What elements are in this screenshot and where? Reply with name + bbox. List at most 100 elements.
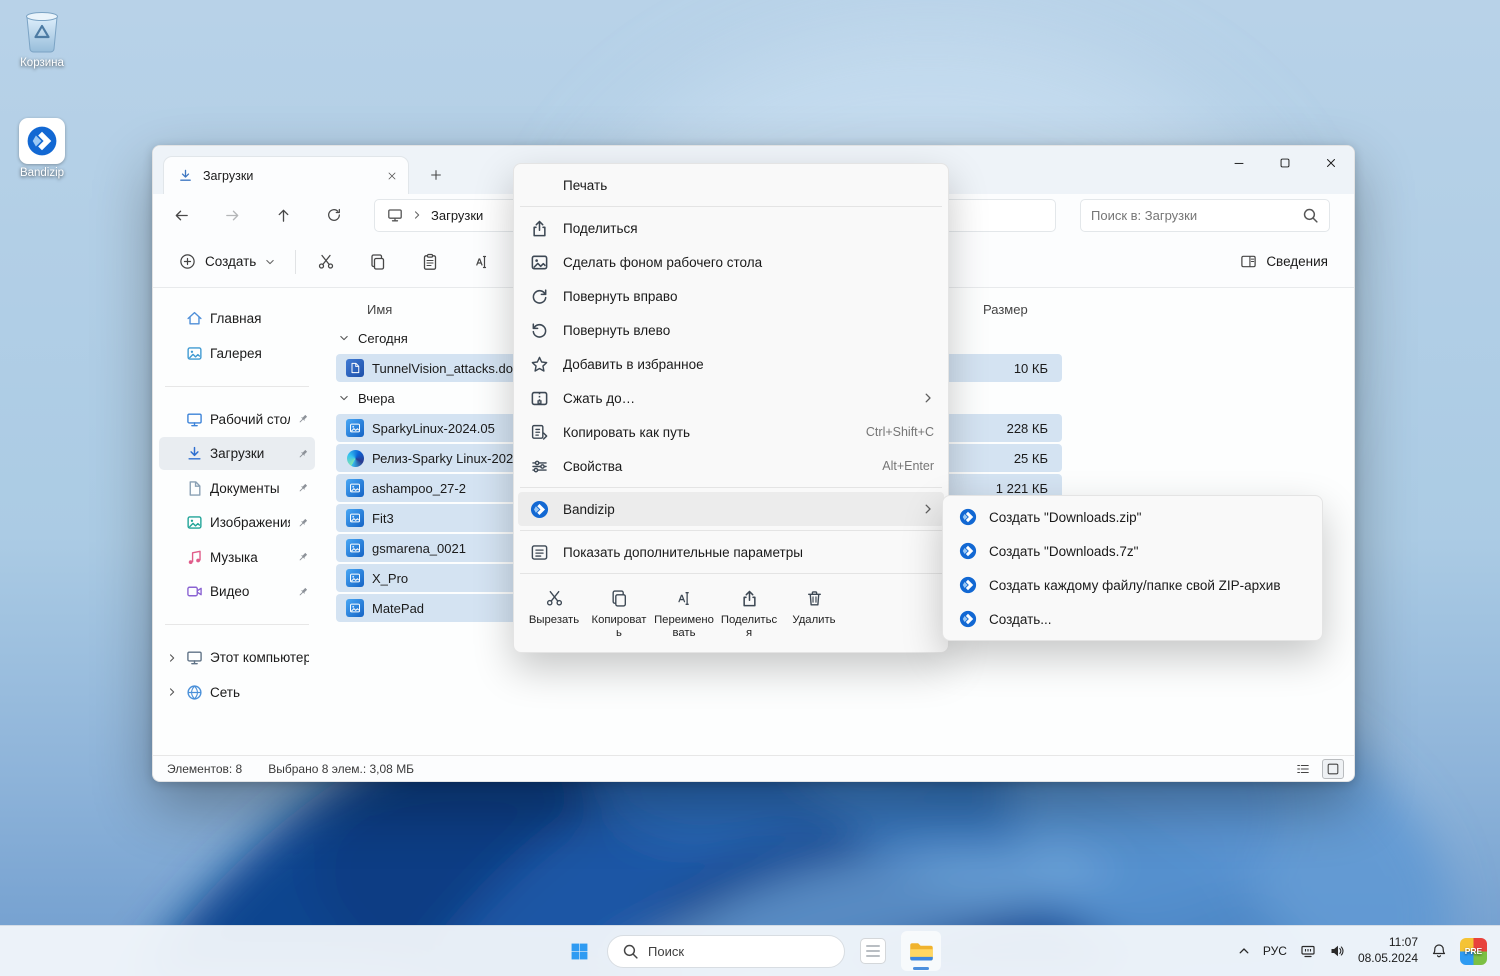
sidebar-item-pictures[interactable]: Изображения xyxy=(159,506,315,539)
menu-item-set-as-wallpaper[interactable]: Сделать фоном рабочего стола xyxy=(518,245,944,279)
cut-icon xyxy=(545,589,564,608)
rename-icon xyxy=(473,253,491,271)
bandizip-icon xyxy=(959,542,977,560)
language-indicator[interactable]: РУС xyxy=(1263,944,1287,958)
taskbar-search[interactable]: Поиск xyxy=(607,934,845,968)
network-icon[interactable] xyxy=(1300,943,1316,959)
search-icon xyxy=(1302,207,1319,224)
menu-item-compress-to[interactable]: Сжать до… xyxy=(518,381,944,415)
clock[interactable]: 11:07 08.05.2024 xyxy=(1358,935,1418,966)
forward-icon xyxy=(224,207,241,224)
rename-icon xyxy=(675,589,694,608)
new-tab-button[interactable] xyxy=(421,160,451,190)
tab-downloads[interactable]: Загрузки xyxy=(163,156,409,194)
paste-button[interactable] xyxy=(412,244,448,280)
quick-action-share[interactable]: Поделиться xyxy=(717,582,781,646)
large-icons-view-button[interactable] xyxy=(1322,758,1344,779)
breadcrumb[interactable]: Загрузки xyxy=(431,208,483,223)
quick-action-cut[interactable]: Вырезать xyxy=(522,582,586,646)
submenu-item-create-each-zip[interactable]: Создать каждому файлу/папке свой ZIP-арх… xyxy=(947,568,1318,602)
column-header-size[interactable]: Размер xyxy=(983,302,1028,317)
minimize-button[interactable] xyxy=(1216,146,1262,180)
menu-item-label: Показать дополнительные параметры xyxy=(563,544,803,560)
list-view-button[interactable] xyxy=(1292,759,1314,779)
create-new-button[interactable]: Создать xyxy=(171,247,283,276)
menu-item-properties[interactable]: Свойства Alt+Enter xyxy=(518,449,944,483)
column-header-name[interactable]: Имя xyxy=(367,302,392,317)
file-explorer-taskbar-button[interactable] xyxy=(901,931,941,971)
search-input[interactable]: Поиск в: Загрузки xyxy=(1080,198,1330,232)
close-button[interactable] xyxy=(1308,146,1354,180)
sidebar-item-documents[interactable]: Документы xyxy=(159,472,315,505)
menu-item-label: Сделать фоном рабочего стола xyxy=(563,254,763,270)
desktop-icon-label: Корзина xyxy=(20,57,64,69)
notifications-bell-icon[interactable] xyxy=(1431,943,1447,959)
menu-item-print[interactable]: Печать xyxy=(518,168,944,202)
menu-separator xyxy=(520,487,942,488)
navigation-pane: Главная Галерея Рабочий стол Загрузки До… xyxy=(153,288,321,755)
pin-icon xyxy=(297,586,309,598)
sidebar-item-label: Загрузки xyxy=(210,446,265,461)
menu-item-rotate-right[interactable]: Повернуть вправо xyxy=(518,279,944,313)
refresh-button[interactable] xyxy=(319,200,349,230)
pin-icon xyxy=(297,517,309,529)
volume-icon[interactable] xyxy=(1329,943,1345,959)
insider-preview-badge[interactable]: PRE xyxy=(1460,937,1487,965)
image-file-icon xyxy=(346,509,364,527)
hidden-icons-chevron-icon[interactable] xyxy=(1238,945,1250,957)
sidebar-item-this-pc[interactable]: Этот компьютер xyxy=(159,641,315,674)
menu-item-bandizip[interactable]: Bandizip xyxy=(518,492,944,526)
chevron-right-icon[interactable] xyxy=(412,210,422,220)
menu-item-rotate-left[interactable]: Повернуть влево xyxy=(518,313,944,347)
maximize-button[interactable] xyxy=(1262,146,1308,180)
menu-item-add-to-favorites[interactable]: Добавить в избранное xyxy=(518,347,944,381)
back-button[interactable] xyxy=(166,200,196,230)
sidebar-item-gallery[interactable]: Галерея xyxy=(159,337,315,370)
close-tab-icon[interactable] xyxy=(386,170,398,182)
rename-button[interactable] xyxy=(464,244,500,280)
quick-action-delete[interactable]: Удалить xyxy=(782,582,846,646)
sidebar-item-downloads[interactable]: Загрузки xyxy=(159,437,315,470)
desktop-icon-bandizip[interactable]: Bandizip xyxy=(4,118,80,179)
rotate-left-icon xyxy=(530,321,549,340)
submenu-item-create-7z[interactable]: Создать "Downloads.7z" xyxy=(947,534,1318,568)
menu-item-label: Добавить в избранное xyxy=(563,356,704,372)
collapse-chevron-icon[interactable] xyxy=(339,393,349,403)
collapse-chevron-icon[interactable] xyxy=(339,333,349,343)
menu-item-show-more-options[interactable]: Показать дополнительные параметры xyxy=(518,535,944,569)
taskbar-app-button[interactable] xyxy=(853,931,893,971)
submenu-item-create-zip[interactable]: Создать "Downloads.zip" xyxy=(947,500,1318,534)
desktop-icon-recycle-bin[interactable]: Корзина xyxy=(4,8,80,69)
sidebar-item-home[interactable]: Главная xyxy=(159,302,315,335)
group-label: Вчера xyxy=(358,390,395,406)
videos-icon xyxy=(186,583,203,600)
menu-item-share[interactable]: Поделиться xyxy=(518,211,944,245)
sidebar-item-network[interactable]: Сеть xyxy=(159,676,315,709)
sidebar-item-label: Изображения xyxy=(210,515,290,530)
menu-separator xyxy=(520,573,942,574)
up-button[interactable] xyxy=(268,200,298,230)
chevron-down-icon xyxy=(265,257,275,267)
back-icon xyxy=(173,207,190,224)
more-options-icon xyxy=(530,543,549,562)
submenu-item-create-custom[interactable]: Создать... xyxy=(947,602,1318,636)
create-new-label: Создать xyxy=(205,254,257,269)
cut-button[interactable] xyxy=(308,244,344,280)
start-button[interactable] xyxy=(559,931,599,971)
sidebar-item-music[interactable]: Музыка xyxy=(159,541,315,574)
quick-action-rename[interactable]: Переименовать xyxy=(652,582,716,646)
copy-button[interactable] xyxy=(360,244,396,280)
submenu-item-label: Создать "Downloads.zip" xyxy=(989,509,1142,525)
sidebar-item-desktop[interactable]: Рабочий стол xyxy=(159,403,315,436)
quick-action-label: Удалить xyxy=(792,614,836,626)
selection-summary: Выбрано 8 элем.: 3,08 МБ xyxy=(268,761,415,776)
quick-action-copy[interactable]: Копировать xyxy=(587,582,651,646)
sidebar-item-videos[interactable]: Видео xyxy=(159,575,315,608)
cut-icon xyxy=(317,253,335,271)
menu-item-label: Копировать как путь xyxy=(563,424,691,440)
recycle-bin-icon xyxy=(20,8,64,54)
forward-button[interactable] xyxy=(217,200,247,230)
this-pc-icon xyxy=(186,649,203,666)
details-pane-button[interactable]: Сведения xyxy=(1232,247,1336,276)
menu-item-copy-as-path[interactable]: Копировать как путь Ctrl+Shift+C xyxy=(518,415,944,449)
